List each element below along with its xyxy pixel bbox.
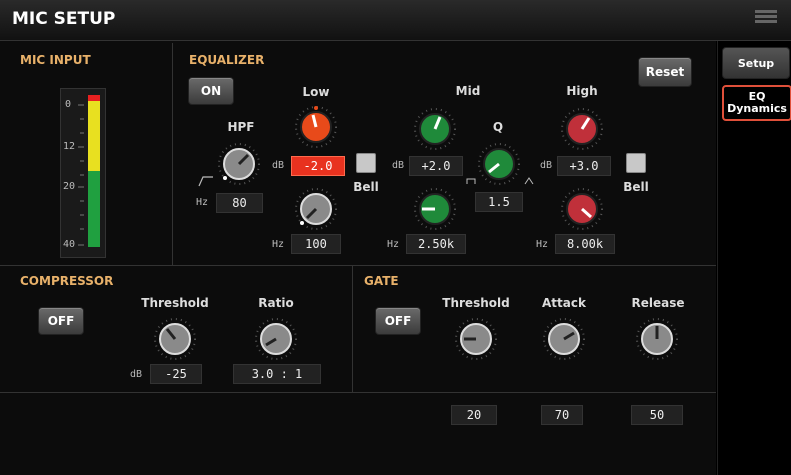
low-gain-knob[interactable] [294, 105, 338, 149]
eq-on-button[interactable]: ON [188, 77, 234, 105]
gate-release-value[interactable]: 50 [631, 405, 683, 425]
mid-gain-unit: dB [392, 160, 405, 171]
meter-scale-40: 40 [63, 239, 76, 250]
compressor-threshold-value[interactable]: -25 [150, 364, 202, 384]
compressor-ratio-knob[interactable] [254, 317, 298, 361]
mid-freq-value[interactable]: 2.50k [406, 234, 466, 254]
title-bar: MIC SETUP [0, 0, 791, 41]
gate-threshold-label: Threshold [442, 296, 510, 310]
gate-threshold-knob[interactable] [454, 317, 498, 361]
divider [352, 266, 353, 392]
tab-dynamics-label: Dynamics [727, 102, 787, 115]
low-label: Low [302, 85, 330, 99]
side-tab-panel: Setup EQ Dynamics [717, 41, 791, 475]
gate-attack-value[interactable]: 70 [541, 405, 583, 425]
mid-label: Mid [455, 84, 481, 98]
high-bell-label: Bell [623, 180, 649, 194]
mic-input-label: MIC INPUT [20, 53, 91, 67]
meter-ticks [78, 104, 84, 246]
high-freq-knob[interactable] [560, 187, 604, 231]
low-gain-unit: dB [272, 160, 285, 171]
mid-q-value[interactable]: 1.5 [475, 192, 523, 212]
mid-gain-knob[interactable] [413, 107, 457, 151]
compressor-threshold-unit: dB [130, 369, 143, 380]
low-bell-toggle[interactable] [356, 153, 376, 173]
low-gain-value[interactable]: -2.0 [291, 156, 345, 176]
divider [0, 265, 716, 266]
mid-gain-value[interactable]: +2.0 [409, 156, 463, 176]
hpf-curve-icon [198, 176, 213, 187]
gate-release-label: Release [631, 296, 685, 310]
high-freq-unit: Hz [536, 239, 549, 250]
high-freq-value[interactable]: 8.00k [555, 234, 615, 254]
mid-freq-unit: Hz [387, 239, 400, 250]
high-gain-knob[interactable] [560, 107, 604, 151]
meter-scale-0: 0 [65, 99, 72, 110]
gate-off-button[interactable]: OFF [375, 307, 421, 335]
equalizer-label: EQUALIZER [189, 53, 265, 67]
gate-attack-knob[interactable] [542, 317, 586, 361]
gate-release-knob[interactable] [635, 317, 679, 361]
q-wide-icon [466, 178, 476, 184]
gate-label: GATE [364, 274, 399, 288]
page-title: MIC SETUP [12, 9, 116, 29]
compressor-threshold-label: Threshold [141, 296, 209, 310]
low-freq-knob[interactable] [294, 187, 338, 231]
q-narrow-icon [524, 177, 534, 185]
hpf-unit: Hz [196, 197, 209, 208]
low-freq-unit: Hz [272, 239, 285, 250]
mid-freq-knob[interactable] [413, 187, 457, 231]
meter-green [88, 171, 100, 247]
compressor-label: COMPRESSOR [20, 274, 114, 288]
high-gain-unit: dB [540, 160, 553, 171]
hpf-value[interactable]: 80 [216, 193, 263, 213]
high-gain-value[interactable]: +3.0 [557, 156, 611, 176]
meter-yellow [88, 101, 100, 171]
hpf-knob[interactable] [217, 142, 261, 186]
hpf-label: HPF [227, 120, 255, 134]
high-bell-toggle[interactable] [626, 153, 646, 173]
meter-scale-20: 20 [63, 181, 76, 192]
level-meter: 0 12 20 40 [60, 88, 106, 258]
q-label: Q [492, 120, 504, 134]
gate-attack-label: Attack [542, 296, 586, 310]
list-icon[interactable] [755, 10, 777, 28]
compressor-off-button[interactable]: OFF [38, 307, 84, 335]
tab-eq-dynamics[interactable]: EQ Dynamics [722, 85, 791, 121]
divider [172, 43, 173, 265]
main-panel: MIC INPUT 0 12 20 40 EQUALIZER ON Reset … [0, 41, 716, 475]
compressor-threshold-knob[interactable] [153, 317, 197, 361]
divider [0, 392, 716, 393]
low-freq-value[interactable]: 100 [291, 234, 341, 254]
low-bell-label: Bell [353, 180, 379, 194]
meter-scale-12: 12 [63, 141, 76, 152]
reset-button[interactable]: Reset [638, 57, 692, 87]
gate-threshold-value[interactable]: 20 [451, 405, 497, 425]
compressor-ratio-label: Ratio [258, 296, 294, 310]
tab-setup[interactable]: Setup [722, 47, 790, 79]
compressor-ratio-value[interactable]: 3.0 : 1 [233, 364, 321, 384]
mid-q-knob[interactable] [477, 142, 521, 186]
high-label: High [566, 84, 598, 98]
